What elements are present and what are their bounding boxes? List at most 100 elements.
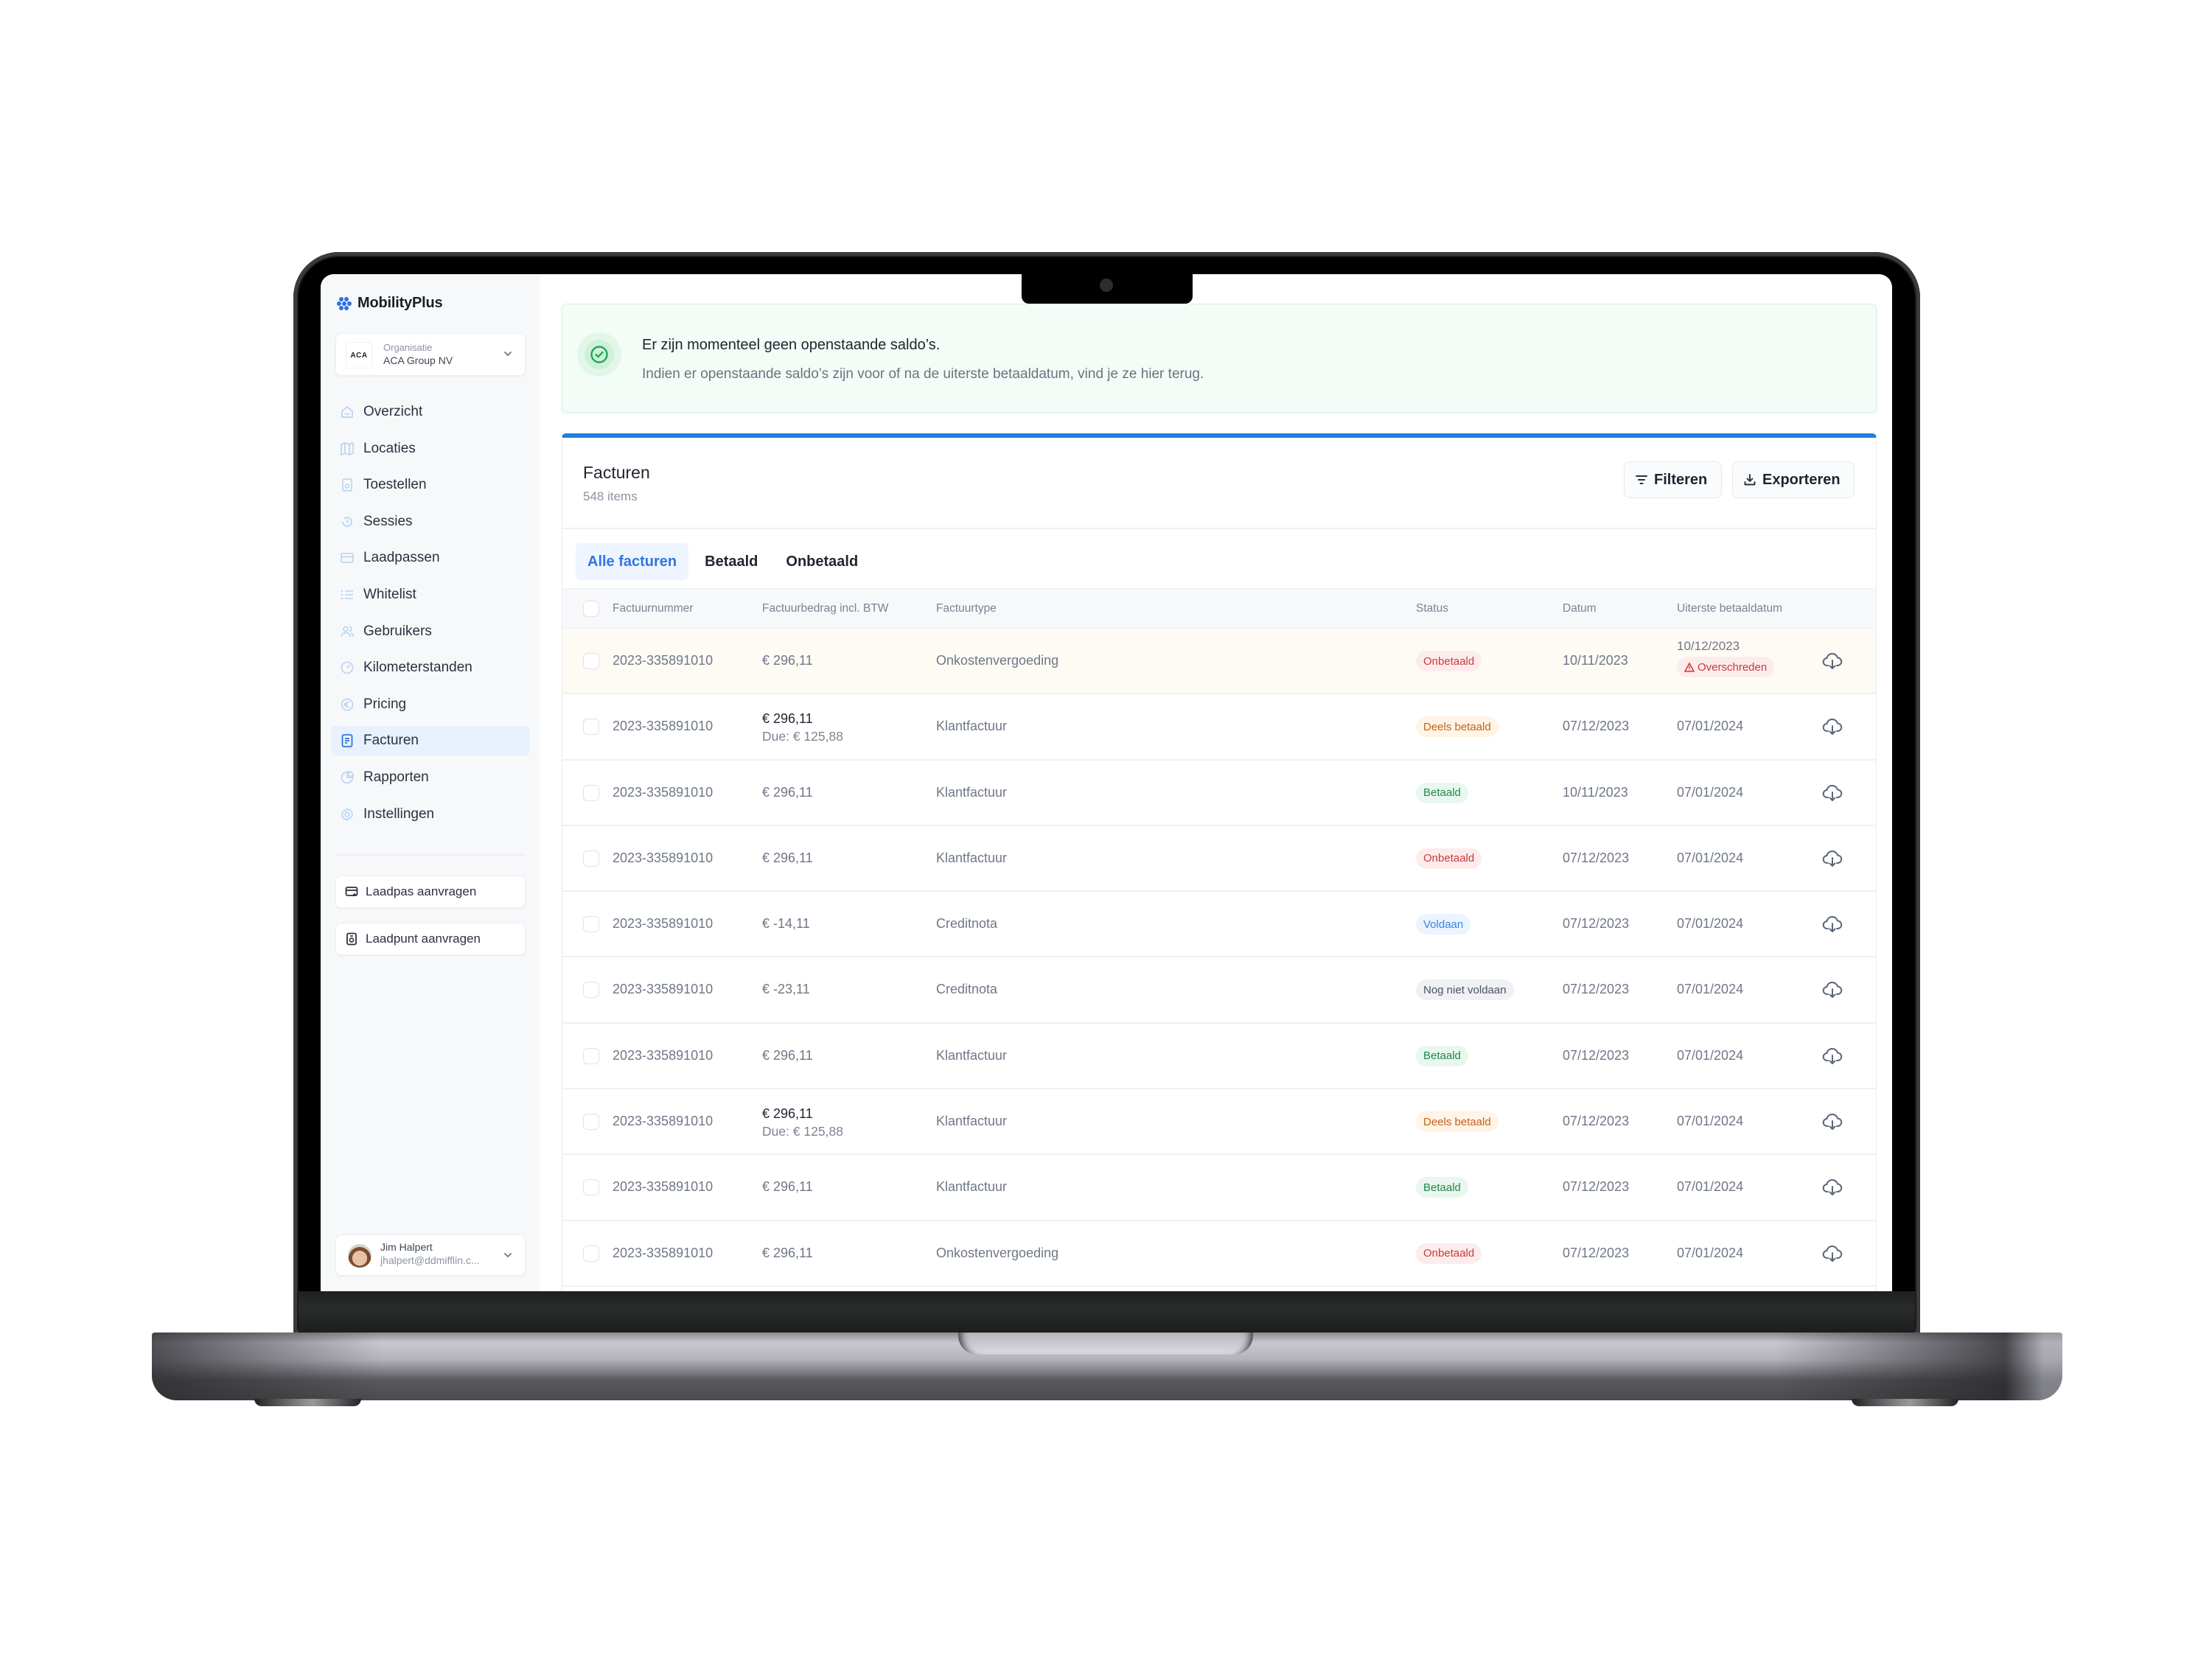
table-row[interactable]: 2023-335891010 € -14,11 Creditnota Voldaan 0… <box>562 892 1876 958</box>
charger-icon <box>346 932 357 946</box>
table-row[interactable]: 2023-335891010 € 296,11 Onkostenvergoeding… <box>562 1221 1876 1287</box>
deadline-value: 07/01/2024 <box>1677 1179 1744 1195</box>
map-icon <box>340 441 355 456</box>
row-checkbox[interactable] <box>583 653 599 669</box>
sidebar-item-label: Gebruikers <box>363 623 432 639</box>
cloud-download-icon[interactable] <box>1821 716 1843 738</box>
select-all-checkbox[interactable] <box>583 601 599 617</box>
column-header-type[interactable]: Factuurtype <box>936 602 997 615</box>
invoice-type: Creditnota <box>936 982 998 997</box>
invoice-number[interactable]: 2023-335891010 <box>613 653 713 668</box>
sidebar-item-label: Sessies <box>363 513 413 529</box>
cloud-download-icon[interactable] <box>1821 650 1843 672</box>
row-checkbox[interactable] <box>583 1179 599 1196</box>
column-header-amount[interactable]: Factuurbedrag incl. BTW <box>762 602 888 615</box>
invoice-number[interactable]: 2023-335891010 <box>613 851 713 866</box>
invoice-number[interactable]: 2023-335891010 <box>613 916 713 932</box>
amount-value: € 296,11 <box>762 784 813 800</box>
organisation-selector[interactable]: ACA Organisatie ACA Group NV <box>335 333 526 376</box>
row-checkbox[interactable] <box>583 916 599 933</box>
table-row[interactable]: 2023-335891010 € 296,11 Onkostenvergoeding… <box>562 629 1876 695</box>
organisation-logo: ACA <box>346 342 372 369</box>
amount-due: Due: € 125,88 <box>762 1124 843 1139</box>
filter-button[interactable]: Filteren <box>1624 461 1722 498</box>
deadline-value: 07/01/2024 <box>1677 1047 1744 1063</box>
invoice-type: Klantfactuur <box>936 1047 1008 1063</box>
tab-alle-facturen[interactable]: Alle facturen <box>576 543 689 580</box>
invoice-number[interactable]: 2023-335891010 <box>613 1179 713 1195</box>
user-menu[interactable]: Jim Halpert jhalpert@ddmifflin.c... <box>335 1234 526 1276</box>
cloud-download-icon[interactable] <box>1821 1111 1843 1133</box>
column-header-deadline[interactable]: Uiterste betaaldatum <box>1677 602 1782 615</box>
invoice-table-body: 2023-335891010 € 296,11 Onkostenvergoeding… <box>562 629 1876 1287</box>
row-checkbox[interactable] <box>583 1245 599 1262</box>
tab-betaald[interactable]: Betaald <box>693 543 770 580</box>
sidebar-item-sessies[interactable]: Sessies <box>331 507 530 537</box>
table-row[interactable]: 2023-335891010 € 296,11 Due: € 125,88 Klant… <box>562 694 1876 761</box>
cloud-download-icon[interactable] <box>1821 848 1843 870</box>
cloud-download-icon[interactable] <box>1821 1045 1843 1067</box>
request-charger-label: Laadpunt aanvragen <box>366 932 481 946</box>
column-header-date[interactable]: Datum <box>1563 602 1597 615</box>
table-row[interactable]: 2023-335891010 € -23,11 Creditnota Nog niet… <box>562 957 1876 1024</box>
deadline-value: 07/01/2024 <box>1677 1114 1744 1129</box>
sidebar-item-kilometerstanden[interactable]: Kilometerstanden <box>331 653 530 682</box>
sidebar-item-pricing[interactable]: Pricing <box>331 690 530 719</box>
table-row[interactable]: 2023-335891010 € 296,11 Klantfactuur Onbeta… <box>562 826 1876 893</box>
sidebar-item-overzicht[interactable]: Overzicht <box>331 397 530 427</box>
invoice-number[interactable]: 2023-335891010 <box>613 982 713 997</box>
column-header-status[interactable]: Status <box>1416 602 1448 615</box>
cloud-download-icon[interactable] <box>1821 1176 1843 1198</box>
tab-onbetaald[interactable]: Onbetaald <box>774 543 870 580</box>
invoice-date: 10/11/2023 <box>1563 784 1628 800</box>
invoice-number[interactable]: 2023-335891010 <box>613 719 713 734</box>
export-button[interactable]: Exporteren <box>1732 461 1855 498</box>
sidebar-item-gebruikers[interactable]: Gebruikers <box>331 617 530 646</box>
cloud-download-icon[interactable] <box>1821 1243 1843 1265</box>
cloud-download-icon[interactable] <box>1821 979 1843 1001</box>
sidebar-item-facturen[interactable]: Facturen <box>331 726 530 756</box>
invoice-number[interactable]: 2023-335891010 <box>613 1246 713 1261</box>
laptop-chin <box>299 1291 1915 1333</box>
sidebar-item-laadpassen[interactable]: Laadpassen <box>331 543 530 573</box>
sidebar-item-label: Instellingen <box>363 806 435 822</box>
gear-icon <box>340 807 355 822</box>
row-checkbox[interactable] <box>583 784 599 801</box>
table-row[interactable]: 2023-335891010 € 296,11 Klantfactuur Betaal… <box>562 761 1876 826</box>
row-checkbox[interactable] <box>583 1047 599 1064</box>
invoice-date: 07/12/2023 <box>1563 719 1630 734</box>
cloud-download-icon[interactable] <box>1821 782 1843 804</box>
cloud-download-icon[interactable] <box>1821 913 1843 935</box>
history-icon <box>340 514 355 529</box>
home-icon <box>340 405 355 419</box>
amount-value: € -14,11 <box>762 916 810 932</box>
sidebar-item-whitelist[interactable]: Whitelist <box>331 580 530 610</box>
balance-alert: Er zijn momenteel geen openstaande saldo… <box>562 304 1877 413</box>
table-row[interactable]: 2023-335891010 € 296,11 Klantfactuur Betaal… <box>562 1024 1876 1090</box>
chevron-down-icon <box>504 352 512 357</box>
app-logo[interactable]: MobilityPlus <box>337 295 443 312</box>
column-header-number[interactable]: Factuurnummer <box>613 602 693 615</box>
sidebar-item-toestellen[interactable]: Toestellen <box>331 470 530 500</box>
invoice-type: Klantfactuur <box>936 1114 1008 1129</box>
request-charger-button[interactable]: Laadpunt aanvragen <box>335 923 526 955</box>
row-checkbox[interactable] <box>583 982 599 999</box>
sidebar-item-locaties[interactable]: Locaties <box>331 434 530 464</box>
invoice-number[interactable]: 2023-335891010 <box>613 1048 713 1063</box>
invoice-type: Onkostenvergoeding <box>936 1245 1059 1260</box>
sidebar-item-rapporten[interactable]: Rapporten <box>331 763 530 792</box>
deadline-value: 07/01/2024 <box>1677 784 1744 800</box>
table-row[interactable]: 2023-335891010 € 296,11 Due: € 125,88 Klant… <box>562 1089 1876 1156</box>
row-checkbox[interactable] <box>583 719 599 736</box>
table-row[interactable]: 2023-335891010 € 296,11 Klantfactuur Betaal… <box>562 1155 1876 1221</box>
sidebar-item-label: Pricing <box>363 696 407 712</box>
invoice-type: Klantfactuur <box>936 719 1008 734</box>
row-checkbox[interactable] <box>583 1114 599 1131</box>
row-checkbox[interactable] <box>583 850 599 867</box>
sidebar-item-instellingen[interactable]: Instellingen <box>331 800 530 829</box>
invoice-number[interactable]: 2023-335891010 <box>613 1114 713 1129</box>
invoice-number[interactable]: 2023-335891010 <box>613 785 713 800</box>
status-badge: Betaald <box>1416 1177 1468 1198</box>
request-card-button[interactable]: Laadpas aanvragen <box>335 876 526 908</box>
amount-cell: € 296,11 Due: € 125,88 <box>762 1105 843 1140</box>
